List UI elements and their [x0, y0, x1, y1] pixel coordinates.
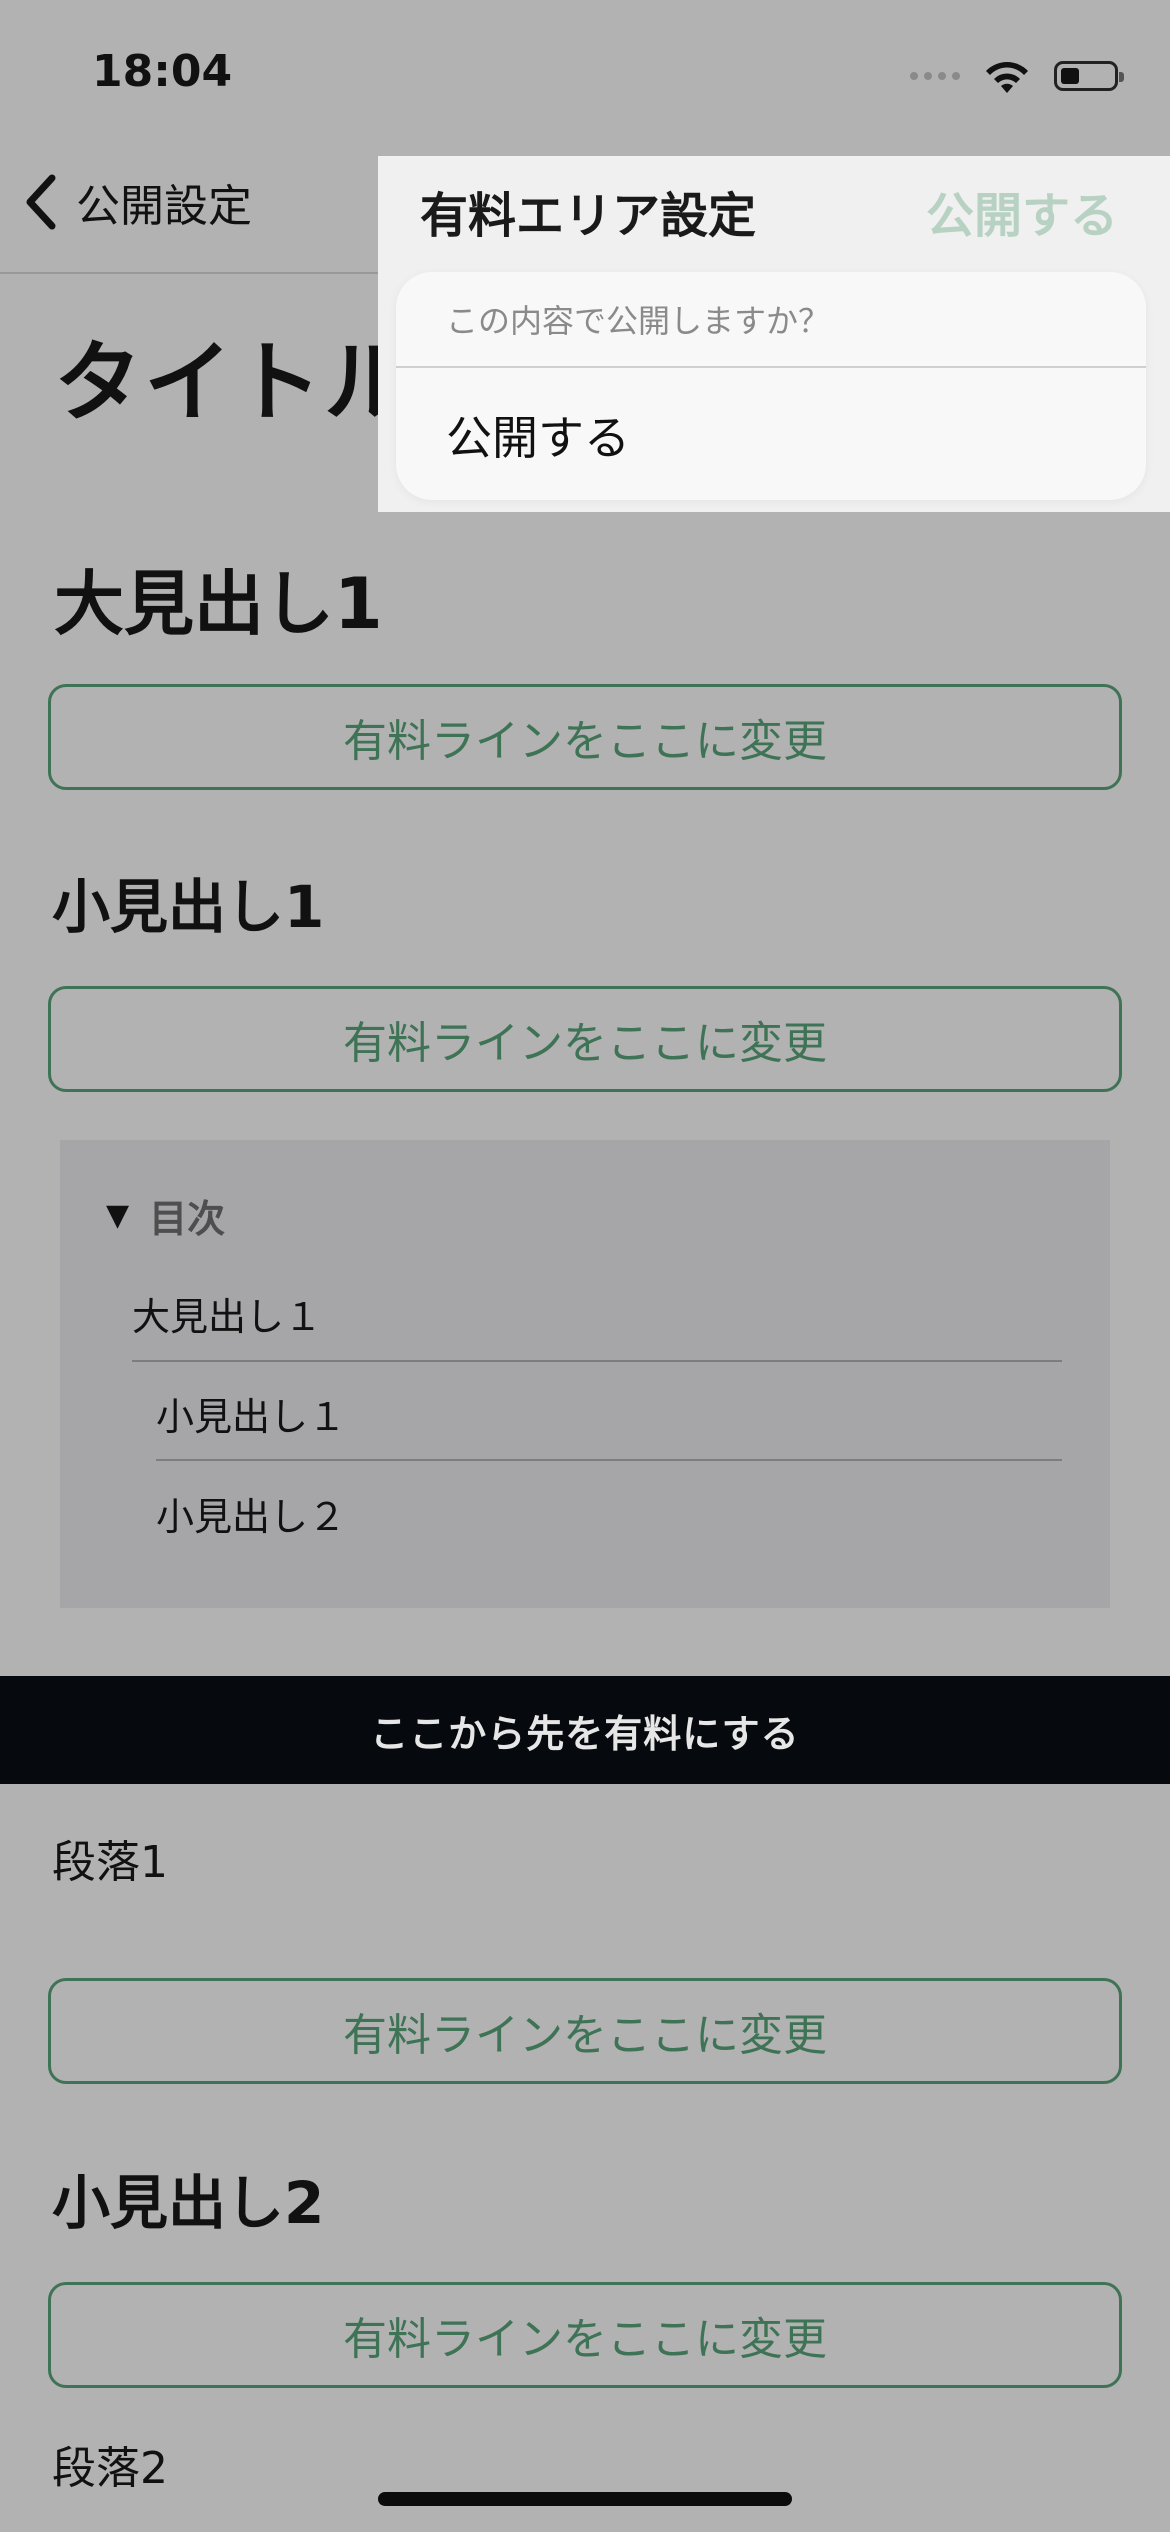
article-title: タイトル: [54, 331, 415, 434]
toc-label: 目次: [149, 1197, 226, 1241]
publish-button[interactable]: 公開する: [926, 176, 1118, 246]
toc-item[interactable]: 小見出し１: [156, 1386, 346, 1441]
paid-line-button[interactable]: 有料ラインをここに変更: [48, 1978, 1122, 2084]
paid-line-button[interactable]: 有料ラインをここに変更: [48, 986, 1122, 1092]
back-label: 公開設定: [76, 181, 252, 232]
popover-title: 有料エリア設定: [420, 188, 757, 244]
heading-large-1: 大見出し1: [54, 563, 383, 645]
heading-small-2: 小見出し2: [52, 2169, 325, 2237]
confirm-message: この内容で公開しますか？: [396, 272, 1146, 368]
chevron-left-icon: [26, 174, 56, 230]
toc-divider: [156, 1459, 1062, 1461]
heading-small-1: 小見出し1: [52, 873, 325, 941]
paragraph-2: 段落2: [52, 2443, 168, 2494]
toc-item[interactable]: 大見出し１: [132, 1286, 322, 1341]
confirm-publish-action[interactable]: 公開する: [396, 370, 1146, 500]
status-time: 18:04: [92, 46, 233, 97]
confirm-action-sheet: この内容で公開しますか？ 公開する: [396, 272, 1146, 500]
toc-divider: [132, 1360, 1062, 1362]
paid-line-button[interactable]: 有料ラインをここに変更: [48, 2282, 1122, 2388]
toc-header[interactable]: ▼ 目次: [106, 1188, 225, 1243]
battery-icon: [1054, 61, 1124, 91]
paid-line-button[interactable]: 有料ラインをここに変更: [48, 684, 1122, 790]
disclosure-triangle-icon: ▼: [106, 1198, 130, 1233]
paid-boundary-bar: ここから先を有料にする: [0, 1676, 1170, 1784]
home-indicator[interactable]: [378, 2492, 792, 2506]
toc-item[interactable]: 小見出し２: [156, 1486, 346, 1541]
back-button[interactable]: 公開設定: [22, 170, 252, 234]
signal-icon: [910, 72, 960, 80]
paragraph-1: 段落1: [52, 1837, 168, 1888]
wifi-icon: [986, 62, 1028, 93]
status-indicators: [910, 52, 1124, 100]
